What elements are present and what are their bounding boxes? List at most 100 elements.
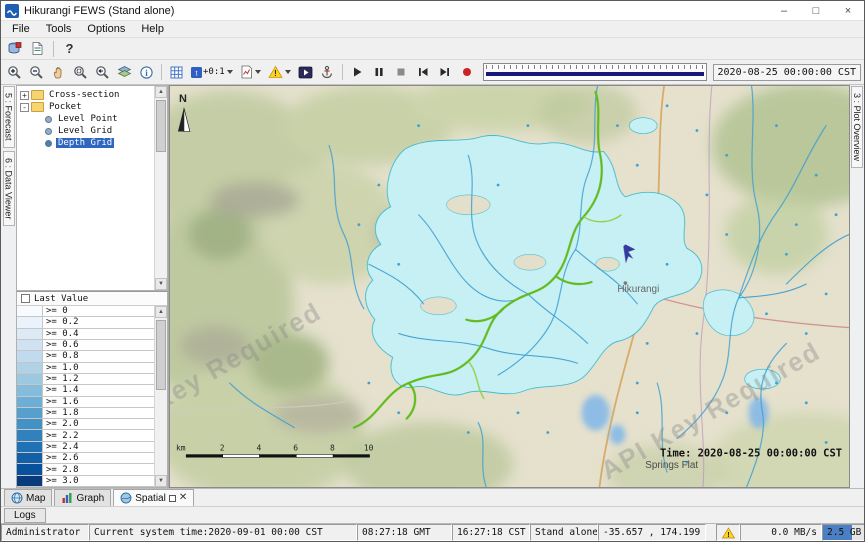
- legend-row[interactable]: >= 0.6: [17, 340, 154, 351]
- step-backward-button[interactable]: [413, 62, 434, 82]
- legend-row[interactable]: >= 2.8: [17, 464, 154, 475]
- legend-row[interactable]: >= 3.0: [17, 476, 154, 487]
- legend-row[interactable]: >= 1.4: [17, 385, 154, 396]
- step-forward-button[interactable]: [435, 62, 456, 82]
- tree-item-label: Cross-section: [47, 90, 121, 100]
- thresholds-warning-dropdown[interactable]: !: [265, 62, 294, 82]
- layer-node-icon: [45, 128, 52, 135]
- tab-spatial[interactable]: Spatial ✕: [113, 489, 194, 506]
- record-button[interactable]: [457, 62, 478, 82]
- close-button[interactable]: ×: [832, 1, 864, 20]
- layer-node-icon: [45, 116, 52, 123]
- legend-row[interactable]: >= 2.6: [17, 453, 154, 464]
- play-button[interactable]: [347, 62, 368, 82]
- legend-row[interactable]: >= 1.8: [17, 408, 154, 419]
- menu-help[interactable]: Help: [133, 22, 172, 36]
- time-step-dropdown[interactable]: t +0:1: [188, 62, 236, 82]
- tab-map[interactable]: Map: [4, 489, 52, 506]
- legend-row[interactable]: >= 0.8: [17, 351, 154, 362]
- legend-row[interactable]: >= 2.4: [17, 442, 154, 453]
- status-warning-cell[interactable]: !: [716, 524, 740, 541]
- tree-item-level-point[interactable]: Level Point: [43, 113, 154, 125]
- close-tab-icon[interactable]: ✕: [179, 493, 187, 503]
- menu-options[interactable]: Options: [79, 22, 133, 36]
- legend-color-swatch: [17, 340, 43, 350]
- dock-tab-forecast[interactable]: 5 : Forecast: [3, 86, 15, 148]
- float-window-icon[interactable]: [169, 495, 176, 502]
- legend-row[interactable]: >= 2.0: [17, 419, 154, 430]
- legend-row[interactable]: >= 0: [17, 306, 154, 317]
- legend-value-label: >= 0.2: [43, 317, 154, 327]
- tab-graph[interactable]: Graph: [54, 489, 111, 506]
- tree-item-pocket[interactable]: - Pocket: [17, 101, 154, 113]
- logs-button[interactable]: Logs: [4, 508, 46, 523]
- grid-display-icon[interactable]: [166, 62, 187, 82]
- svg-text:4: 4: [256, 443, 261, 452]
- stop-button[interactable]: [391, 62, 412, 82]
- scroll-down-icon[interactable]: ▼: [155, 278, 167, 290]
- pause-button[interactable]: [369, 62, 390, 82]
- main-toolbar: ?: [1, 38, 864, 60]
- pan-icon[interactable]: [48, 62, 69, 82]
- legend-color-swatch: [17, 419, 43, 429]
- timeline-slider[interactable]: [483, 63, 707, 81]
- maximize-button[interactable]: □: [800, 1, 832, 20]
- app-icon[interactable]: [5, 4, 19, 18]
- save-animation-icon[interactable]: [317, 62, 338, 82]
- zoom-previous-icon[interactable]: [92, 62, 113, 82]
- legend-list: >= 0 >= 0.2 >= 0.4 >= 0.6 >= 0.8 >= 1.0 …: [17, 306, 154, 487]
- chevron-down-icon: [285, 70, 291, 74]
- legend-value-label: >= 1.0: [43, 363, 154, 373]
- legend-row[interactable]: >= 1.0: [17, 363, 154, 374]
- legend-color-swatch: [17, 408, 43, 418]
- zoom-in-icon[interactable]: [4, 62, 25, 82]
- tree-scrollbar[interactable]: ▲ ▼: [154, 86, 167, 290]
- current-time-display: 2020-08-25 00:00:00 CST: [713, 64, 861, 81]
- dock-tab-plot-overview[interactable]: 3 : Plot Overview: [851, 86, 863, 168]
- menu-tools[interactable]: Tools: [38, 22, 80, 36]
- chevron-down-icon: [227, 70, 233, 74]
- legend-value-label: >= 0: [43, 306, 154, 316]
- dock-tab-data-viewer[interactable]: 6 : Data Viewer: [3, 151, 15, 226]
- scroll-down-icon[interactable]: ▼: [155, 475, 167, 487]
- map-viewport[interactable]: API Key Required API Key Required Hikura…: [169, 85, 850, 488]
- last-value-checkbox[interactable]: [21, 294, 30, 303]
- tree-item-cross-section[interactable]: + Cross-section: [17, 89, 154, 101]
- database-icon[interactable]: [4, 39, 25, 59]
- scroll-thumb[interactable]: [156, 320, 166, 390]
- tree-item-label-selected: Depth Grid: [56, 138, 114, 148]
- bottom-tab-bar: Map Graph Spatial ✕: [1, 488, 864, 506]
- collapse-icon[interactable]: -: [20, 103, 29, 112]
- layers-icon[interactable]: [114, 62, 135, 82]
- legend-color-swatch: [17, 464, 43, 474]
- expand-icon[interactable]: +: [20, 91, 29, 100]
- legend-scrollbar[interactable]: ▲ ▼: [154, 306, 167, 487]
- status-coordinates: -35.657 , 174.199: [598, 524, 706, 541]
- tab-spatial-label: Spatial: [135, 493, 166, 504]
- map-time-label: Time: 2020-08-25 00:00:00 CST: [660, 447, 842, 459]
- profile-display-dropdown[interactable]: [237, 62, 264, 82]
- scroll-thumb[interactable]: [156, 100, 166, 152]
- legend-row[interactable]: >= 0.2: [17, 317, 154, 328]
- zoom-out-icon[interactable]: [26, 62, 47, 82]
- minimize-button[interactable]: –: [768, 1, 800, 20]
- map-canvas[interactable]: API Key Required API Key Required Hikura…: [170, 86, 849, 487]
- help-icon[interactable]: ?: [59, 39, 80, 59]
- tree-item-depth-grid[interactable]: Depth Grid: [43, 137, 154, 149]
- document-icon[interactable]: [27, 39, 48, 59]
- legend-color-swatch: [17, 329, 43, 339]
- status-mode: Stand alone: [530, 524, 598, 541]
- movie-export-icon[interactable]: [295, 62, 316, 82]
- zoom-extent-icon[interactable]: [70, 62, 91, 82]
- window-title: Hikurangi FEWS (Stand alone): [24, 5, 174, 17]
- legend-color-swatch: [17, 374, 43, 384]
- menu-file[interactable]: File: [4, 22, 38, 36]
- scroll-up-icon[interactable]: ▲: [155, 86, 167, 98]
- legend-row[interactable]: >= 1.2: [17, 374, 154, 385]
- info-icon[interactable]: i: [136, 62, 157, 82]
- legend-row[interactable]: >= 2.2: [17, 430, 154, 441]
- tree-item-level-grid[interactable]: Level Grid: [43, 125, 154, 137]
- scroll-up-icon[interactable]: ▲: [155, 306, 167, 318]
- legend-row[interactable]: >= 0.4: [17, 329, 154, 340]
- legend-row[interactable]: >= 1.6: [17, 397, 154, 408]
